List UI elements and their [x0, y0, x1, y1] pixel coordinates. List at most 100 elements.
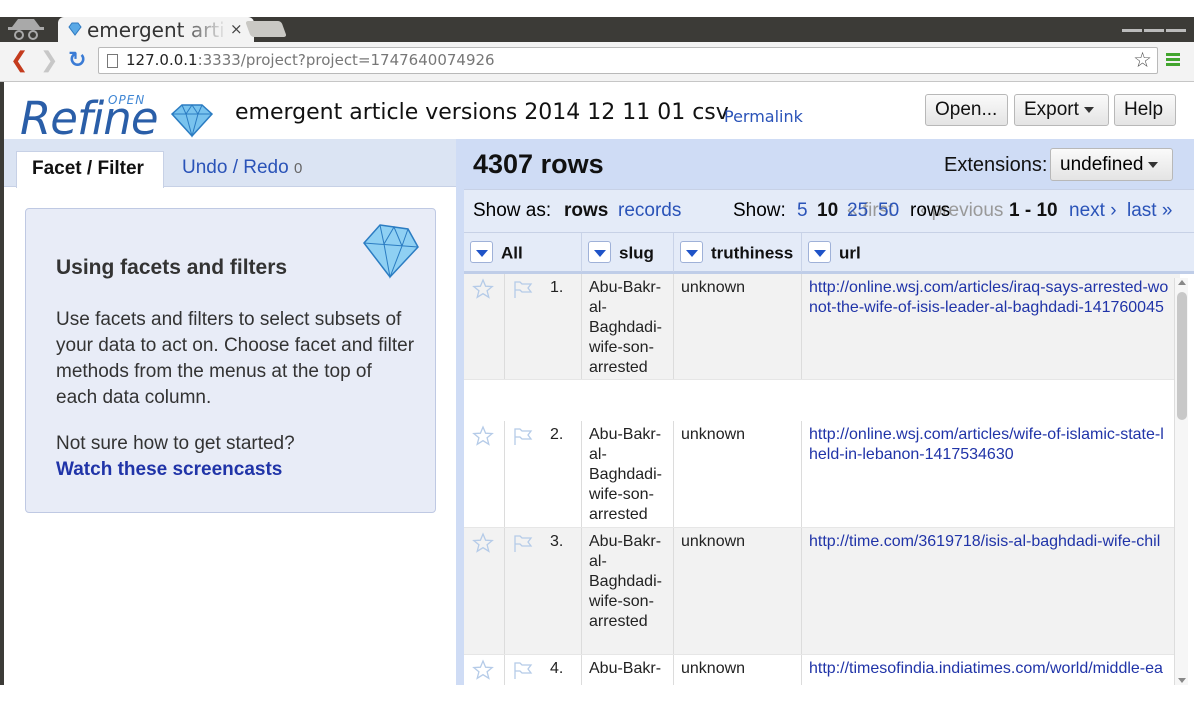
extensions-label: Extensions:: [944, 154, 1048, 176]
left-panel-tabs: Facet / Filter Undo / Redo 0: [4, 139, 456, 188]
star-icon[interactable]: [472, 278, 494, 300]
last-page-link[interactable]: last »: [1127, 200, 1172, 222]
permalink-link[interactable]: Permalink: [724, 107, 803, 126]
cell-slug: Abu-Bakr-al- Baghdadi-wife-son-arrested: [582, 274, 674, 379]
table-row: 2. Abu-Bakr-al- Baghdadi-wife-son-arreste…: [464, 421, 1180, 528]
row-count: 4307 rows: [473, 149, 604, 179]
column-header-all[interactable]: All: [464, 233, 582, 272]
reload-icon[interactable]: ↻: [68, 48, 86, 73]
facet-help-box: Using facets and filters Use facets and …: [25, 208, 436, 513]
page-size-50[interactable]: 50: [878, 200, 899, 222]
star-icon[interactable]: [472, 532, 494, 554]
undo-count: 0: [293, 160, 303, 177]
cell-url-link[interactable]: http://timesofindia.indiatimes.com/world…: [802, 655, 1180, 685]
row-number: 4.: [543, 655, 582, 685]
browser-chrome: emergent arti × ❮ ❯ ↻ 127.0.0.1:3333/pro…: [0, 0, 1194, 82]
diamond-icon: [170, 104, 214, 138]
table-row: 1. Abu-Bakr-al- Baghdadi-wife-son-arreste…: [464, 274, 1180, 380]
flag-icon[interactable]: [512, 278, 534, 300]
page-range: 1 - 10: [1009, 200, 1058, 221]
show-label: Show:: [733, 200, 786, 221]
tab-strip: emergent arti ×: [0, 0, 1194, 43]
rows-word: rows: [910, 200, 951, 221]
browser-menu-icon[interactable]: [1166, 53, 1180, 68]
new-tab-button[interactable]: [245, 21, 287, 37]
row-number: 2.: [543, 421, 582, 527]
help-button[interactable]: Help: [1114, 94, 1176, 126]
refine-favicon-icon: [68, 22, 82, 36]
cell-slug: Abu-Bakr-: [582, 655, 674, 685]
cell-url-link[interactable]: http://online.wsj.com/articles/wife-of-i…: [802, 421, 1180, 527]
flag-icon[interactable]: [512, 532, 534, 554]
scroll-up-icon[interactable]: [1178, 280, 1186, 285]
column-header-url[interactable]: url: [802, 233, 1194, 272]
chevron-down-icon: [1083, 106, 1094, 113]
openrefine-logo[interactable]: Refine OPEN: [20, 92, 215, 145]
bookmark-star-icon[interactable]: ☆: [1133, 48, 1152, 72]
page-size-5[interactable]: 5: [797, 200, 808, 222]
window-controls: [1120, 17, 1190, 32]
show-as-rows: rows: [564, 200, 609, 221]
table-row: 4. Abu-Bakr- unknown http://timesofindia…: [464, 655, 1180, 685]
cell-truthiness: unknown: [674, 528, 802, 654]
screencasts-link[interactable]: Watch these screencasts: [56, 459, 282, 481]
table-row: 3. Abu-Bakr-al- Baghdadi-wife-son-arreste…: [464, 528, 1180, 655]
scrollbar-thumb[interactable]: [1177, 292, 1187, 420]
show-as-records-link[interactable]: records: [618, 200, 681, 222]
app-header: Refine OPEN emergent article versions 20…: [4, 82, 1194, 145]
chevron-down-icon: [1148, 161, 1159, 168]
back-arrow-icon[interactable]: ❮: [10, 48, 28, 73]
column-menu-dropdown[interactable]: [808, 241, 831, 263]
browser-tab-active[interactable]: emergent arti ×: [58, 17, 254, 43]
logo-open-text: OPEN: [108, 93, 146, 107]
forward-arrow-icon[interactable]: ❯: [40, 48, 58, 73]
star-icon[interactable]: [472, 425, 494, 447]
page-size-25[interactable]: 25: [847, 200, 868, 222]
left-panel: Facet / Filter Undo / Redo 0 Using facet…: [4, 139, 456, 685]
help-text: Use facets and filters to select subsets…: [56, 309, 415, 408]
minimize-icon[interactable]: [1122, 29, 1142, 32]
row-number: 3.: [543, 528, 582, 654]
scroll-down-icon[interactable]: [1178, 678, 1186, 683]
cell-truthiness: unknown: [674, 421, 802, 527]
window-close-icon[interactable]: [1166, 29, 1186, 32]
tab-facet-filter[interactable]: Facet / Filter: [16, 151, 164, 188]
cell-url-link[interactable]: http://time.com/3619718/isis-al-baghdadi…: [802, 528, 1180, 654]
incognito-icon: [8, 19, 44, 40]
tab-undo-redo[interactable]: Undo / Redo 0: [182, 157, 302, 179]
maximize-icon[interactable]: [1144, 29, 1164, 32]
address-url[interactable]: 127.0.0.1:3333/project?project=174764007…: [126, 51, 495, 69]
help-title: Using facets and filters: [56, 256, 288, 279]
flag-icon[interactable]: [512, 659, 534, 681]
row-number: 1.: [543, 274, 582, 379]
address-bar[interactable]: 127.0.0.1:3333/project?project=174764007…: [98, 47, 1158, 74]
cell-url-link[interactable]: http://online.wsj.com/articles/iraq-says…: [802, 274, 1180, 379]
browser-toolbar: ❮ ❯ ↻ 127.0.0.1:3333/project?project=174…: [0, 42, 1194, 82]
cell-slug: Abu-Bakr-al- Baghdadi-wife-son-arrested: [582, 528, 674, 654]
column-menu-dropdown[interactable]: [588, 241, 611, 263]
view-options-bar: Show as: rows records Show: 5 10 « first…: [464, 189, 1194, 232]
table-header: All slug truthiness url: [464, 232, 1194, 274]
cell-slug: Abu-Bakr-al- Baghdadi-wife-son-arrested: [582, 421, 674, 527]
next-page-link[interactable]: next ›: [1069, 200, 1117, 222]
data-table: All slug truthiness url 1. Abu-Bakr-al- B…: [464, 232, 1194, 685]
export-button[interactable]: Export: [1014, 94, 1109, 126]
diamond-icon: [363, 224, 419, 279]
cell-truthiness: unknown: [674, 274, 802, 379]
column-menu-dropdown[interactable]: [470, 241, 493, 263]
project-title[interactable]: emergent article versions 2014 12 11 01 …: [235, 100, 729, 125]
extensions-dropdown[interactable]: undefined: [1050, 148, 1173, 181]
star-icon[interactable]: [472, 659, 494, 681]
refine-page: Refine OPEN emergent article versions 20…: [4, 82, 1194, 685]
page-icon: [107, 54, 118, 68]
show-as-label: Show as:: [473, 200, 552, 221]
open-button[interactable]: Open...: [925, 94, 1008, 126]
flag-icon[interactable]: [512, 425, 534, 447]
column-menu-dropdown[interactable]: [680, 241, 703, 263]
data-view-panel: 4307 rows Extensions: undefined Show as:…: [456, 139, 1194, 685]
tab-close-icon[interactable]: ×: [230, 20, 243, 38]
table-scrollbar[interactable]: [1174, 278, 1188, 685]
page-size-10: 10: [817, 200, 839, 221]
column-header-truthiness[interactable]: truthiness: [674, 233, 802, 272]
column-header-slug[interactable]: slug: [582, 233, 674, 272]
